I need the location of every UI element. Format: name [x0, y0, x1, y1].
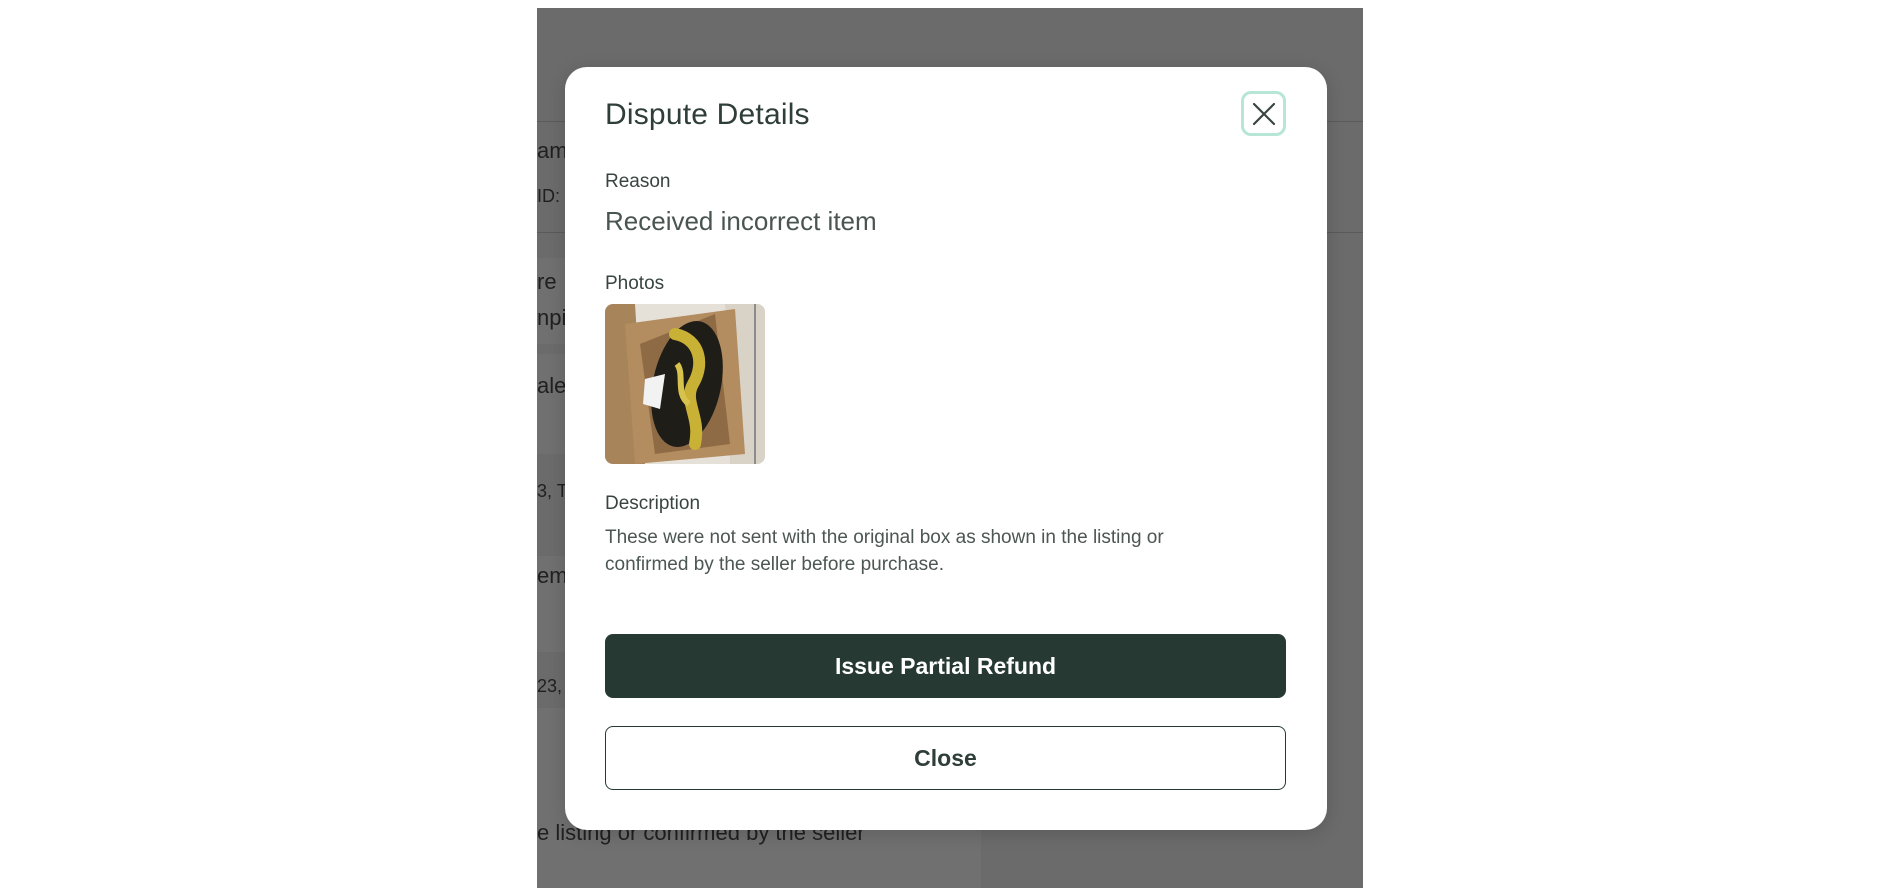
reason-label: Reason: [605, 171, 671, 192]
background-text: em: [537, 563, 568, 588]
background-text: ale: [537, 373, 567, 398]
issue-partial-refund-button[interactable]: Issue Partial Refund: [605, 634, 1286, 698]
background-text: npi: [537, 305, 567, 330]
reason-value: Received incorrect item: [605, 206, 877, 236]
description-text: These were not sent with the original bo…: [605, 527, 1164, 575]
description-label: Description: [605, 493, 701, 514]
modal-title: Dispute Details: [605, 98, 810, 131]
background-text: am: [537, 138, 568, 163]
background-text: ID:: [537, 186, 561, 206]
shoe-in-box-photo: [605, 304, 765, 464]
background-text: re: [537, 269, 557, 294]
close-modal-button[interactable]: [1241, 91, 1286, 136]
close-button[interactable]: Close: [605, 726, 1286, 790]
photos-label: Photos: [605, 273, 665, 294]
background-text: 3, T: [537, 481, 568, 501]
dispute-details-modal: Dispute Details Reason Received incorrec…: [565, 67, 1327, 830]
background-text: 23,: [537, 676, 563, 696]
dispute-photo-thumbnail[interactable]: [605, 304, 765, 464]
close-icon: [1252, 102, 1276, 126]
